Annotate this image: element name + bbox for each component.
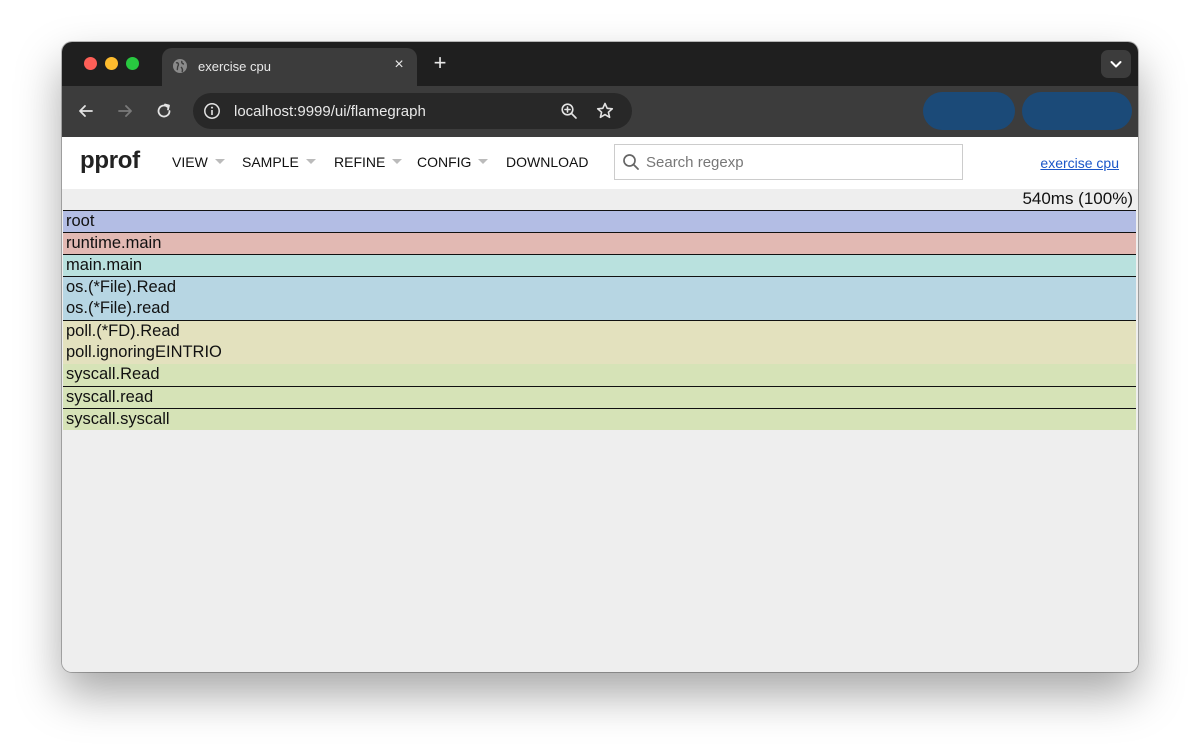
menu-config[interactable]: CONFIG <box>417 154 489 170</box>
flame-frame-poll-fd-read[interactable]: poll.(*FD).Read <box>63 320 1136 342</box>
tab-search-button[interactable] <box>1101 50 1131 78</box>
menu-refine[interactable]: REFINE <box>334 154 403 170</box>
menu-view-label: VIEW <box>172 154 208 170</box>
flame-frame-root[interactable]: root <box>63 210 1136 232</box>
url-text[interactable]: localhost:9999/ui/flamegraph <box>234 103 426 120</box>
page-content: pprof VIEW SAMPLE REFINE CONFIG DOWNLOAD <box>62 137 1138 672</box>
browser-tab[interactable]: exercise cpu × <box>162 48 417 86</box>
zoom-in-icon[interactable] <box>560 102 578 120</box>
caret-down-icon <box>214 159 225 164</box>
menu-download[interactable]: DOWNLOAD <box>506 154 588 170</box>
forward-arrow-icon[interactable] <box>114 100 136 122</box>
close-window-button[interactable] <box>84 57 97 70</box>
tab-title: exercise cpu <box>198 59 271 74</box>
flame-frame-syscall-syscall[interactable]: syscall.syscall <box>63 408 1136 430</box>
info-icon[interactable] <box>203 102 221 120</box>
flame-frame-main-main[interactable]: main.main <box>63 254 1136 276</box>
extension-button[interactable] <box>1022 92 1132 130</box>
maximize-window-button[interactable] <box>126 57 139 70</box>
minimize-window-button[interactable] <box>105 57 118 70</box>
bookmark-star-icon[interactable] <box>595 101 615 121</box>
flame-frame-syscall-read[interactable]: syscall.Read <box>63 364 1136 386</box>
caret-down-icon <box>478 159 489 164</box>
reload-icon[interactable] <box>153 100 175 122</box>
profile-link[interactable]: exercise cpu <box>1040 155 1119 171</box>
search-input[interactable] <box>646 151 946 173</box>
menu-config-label: CONFIG <box>417 154 472 170</box>
address-bar[interactable]: localhost:9999/ui/flamegraph <box>193 93 632 129</box>
close-tab-icon[interactable]: × <box>389 55 409 75</box>
flame-frame-runtime-main[interactable]: runtime.main <box>63 232 1136 254</box>
search-icon <box>623 154 639 170</box>
browser-toolbar: localhost:9999/ui/flamegraph <box>62 86 1138 137</box>
flame-frame-poll-ignoringeintrio[interactable]: poll.ignoringEINTRIO <box>63 342 1136 364</box>
flame-frame-os-file-read-lower[interactable]: os.(*File).read <box>63 298 1136 320</box>
search-box <box>614 144 963 180</box>
menu-download-label: DOWNLOAD <box>506 154 589 170</box>
chevron-down-icon <box>1110 61 1122 68</box>
menu-view[interactable]: VIEW <box>172 154 225 170</box>
total-time: 540ms (100%) <box>1022 189 1133 208</box>
profile-button[interactable] <box>923 92 1015 130</box>
flame-frame-syscall-read-lower[interactable]: syscall.read <box>63 386 1136 408</box>
new-tab-button[interactable]: + <box>428 51 452 75</box>
menu-refine-label: REFINE <box>334 154 386 170</box>
caret-down-icon <box>305 159 316 164</box>
pprof-logo[interactable]: pprof <box>80 147 140 175</box>
tab-strip: exercise cpu × + <box>62 42 1138 86</box>
menu-sample[interactable]: SAMPLE <box>242 154 316 170</box>
browser-window: exercise cpu × + localhost:9999/ui/flame… <box>62 42 1138 672</box>
menu-sample-label: SAMPLE <box>242 154 299 170</box>
globe-icon <box>173 59 187 73</box>
caret-down-icon <box>392 159 403 164</box>
flamegraph: root runtime.main main.main os.(*File).R… <box>63 210 1136 430</box>
pprof-header: pprof VIEW SAMPLE REFINE CONFIG DOWNLOAD <box>62 137 1138 189</box>
back-arrow-icon[interactable] <box>75 100 97 122</box>
flame-frame-os-file-read[interactable]: os.(*File).Read <box>63 276 1136 298</box>
